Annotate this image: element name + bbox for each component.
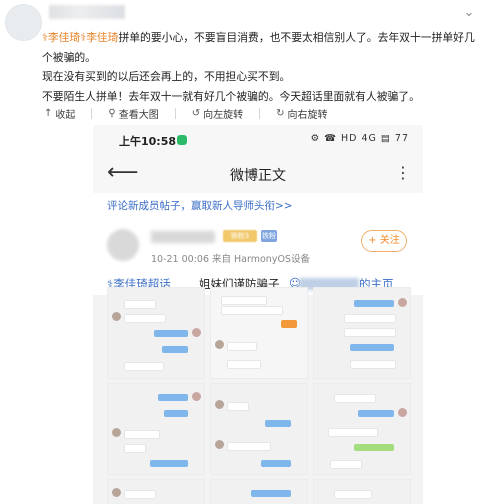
follow-button: + 关注 — [361, 230, 407, 252]
chat-thumb-9 — [313, 479, 411, 504]
collapse-button[interactable]: ↑ 收起 — [44, 106, 75, 121]
image-toolbar: ↑ 收起 ⚲ 查看大图 ↺ 向左旋转 ↻ 向右旋转 — [44, 102, 328, 124]
paragraph-2: 现在没有买到的以后还会再上的，不用担心买不到。 — [42, 70, 291, 83]
topic-link-1[interactable]: ⚕李佳琦 — [42, 31, 80, 44]
chat-thumb-3 — [313, 287, 411, 379]
rotate-left-icon: ↺ — [191, 107, 201, 119]
group-banner: 评论新成员帖子，赢取新人导师头衔>> — [93, 193, 423, 217]
zoom-icon: ⚲ — [108, 107, 116, 119]
author-row: 铁粉3 铁粉 10-21 00:06 来自 HarmonyOS设备 + 关注 — [93, 217, 423, 275]
post-body: ⚕李佳琦⚕李佳琦拼单的要小心，不要盲目消费，也不要太相信别人了。去年双十一拼单好… — [42, 28, 484, 106]
divider — [174, 107, 176, 119]
chat-thumb-5 — [210, 383, 308, 475]
rotate-right-button[interactable]: ↻ 向右旋转 — [276, 106, 327, 121]
phone-status-bar: 上午10:58 ⚙ ☎ HD 4G ▤ 77 — [93, 125, 423, 155]
chat-thumb-1 — [107, 287, 205, 379]
chat-thumb-2 — [210, 287, 308, 379]
shield-icon — [177, 135, 187, 145]
author-name-redacted — [151, 231, 215, 243]
username-redacted[interactable] — [49, 5, 125, 19]
chat-thumb-4 — [107, 383, 205, 475]
view-large-button[interactable]: ⚲ 查看大图 — [108, 106, 158, 121]
more-icon: ⋮ — [395, 163, 411, 182]
author-meta: 10-21 00:06 来自 HarmonyOS设备 — [151, 254, 310, 265]
chat-screenshot-grid — [107, 287, 411, 504]
post-header: ⌄ — [0, 0, 490, 41]
status-time: 上午10:58 — [119, 135, 177, 148]
rotate-right-icon: ↻ — [276, 107, 285, 119]
divider — [91, 107, 93, 119]
user-avatar[interactable] — [5, 4, 42, 41]
post-image[interactable]: 上午10:58 ⚙ ☎ HD 4G ▤ 77 ⟵ 微博正文 ⋮ 评论新成员帖子，… — [93, 125, 423, 504]
collapse-icon: ↑ — [44, 107, 53, 119]
status-icons: ⚙ ☎ HD 4G ▤ 77 — [310, 133, 409, 144]
author-avatar — [107, 229, 139, 261]
divider — [259, 107, 261, 119]
chevron-down-icon[interactable]: ⌄ — [460, 6, 478, 20]
chat-thumb-7 — [107, 479, 205, 504]
nav-title: 微博正文 — [230, 168, 286, 184]
topic-link-2[interactable]: ⚕李佳琦 — [80, 31, 118, 44]
fan-badge-2: 铁粉 — [261, 230, 277, 242]
banner-text: 评论新成员帖子，赢取新人导师头衔>> — [107, 200, 293, 212]
fan-badge: 铁粉3 — [223, 230, 257, 242]
phone-nav-bar: ⟵ 微博正文 ⋮ — [93, 155, 423, 194]
rotate-left-button[interactable]: ↺ 向左旋转 — [192, 106, 243, 121]
chat-thumb-8 — [210, 479, 308, 504]
paragraph-1: ⚕李佳琦⚕李佳琦拼单的要小心，不要盲目消费，也不要太相信别人了。去年双十一拼单好… — [42, 28, 484, 67]
chat-thumb-6 — [313, 383, 411, 475]
